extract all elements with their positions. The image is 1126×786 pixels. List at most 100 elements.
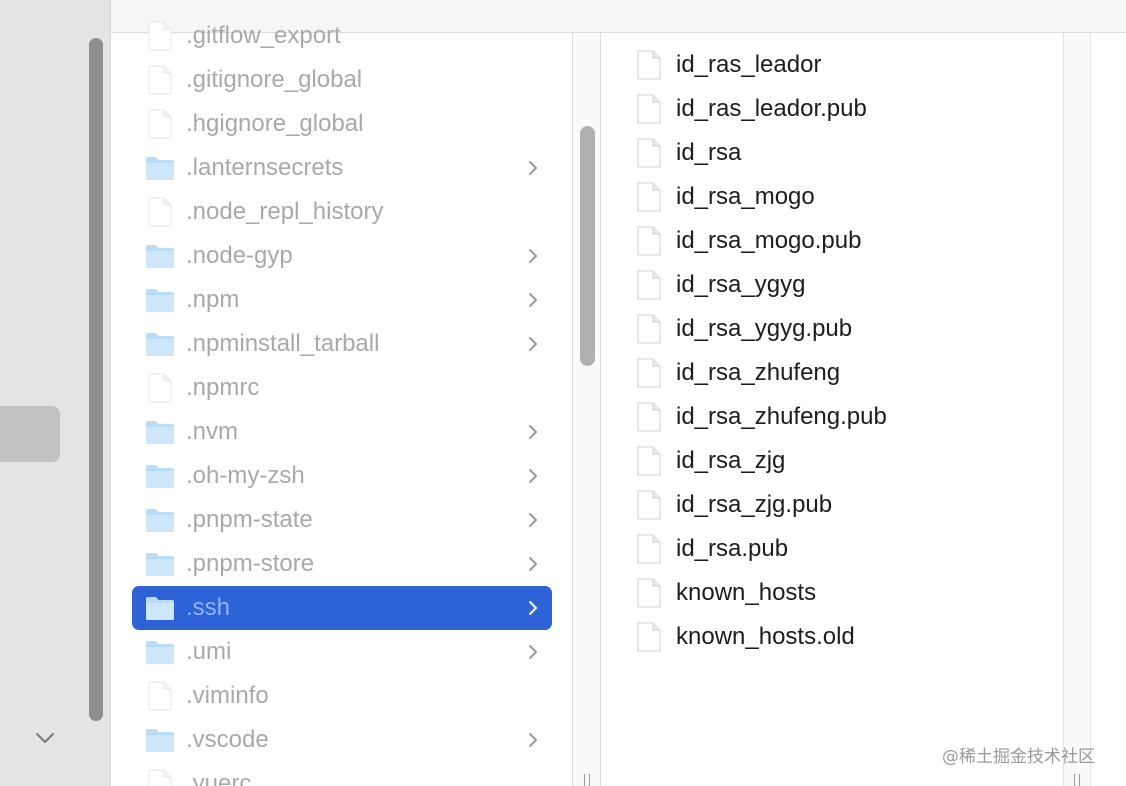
folder-row[interactable]: .oh-my-zsh [132, 454, 552, 498]
parent-column-scrollbar[interactable] [580, 126, 595, 366]
ssh-column-scroll-track [1063, 33, 1091, 786]
chevron-right-icon [527, 644, 539, 660]
file-row[interactable]: .node_repl_history [132, 190, 552, 234]
file-row[interactable]: id_rsa_ygyg.pub [636, 307, 1056, 351]
file-row[interactable]: .yuerc [132, 762, 552, 786]
item-name: .node_repl_history [186, 198, 384, 225]
chevron-right-icon [527, 600, 539, 616]
document-icon [147, 197, 173, 232]
finder-window: .gitflow_export .gitignore_global .hgign… [0, 0, 1126, 786]
document-icon [147, 21, 173, 56]
file-row[interactable]: .npmrc [132, 366, 552, 410]
column-resize-handle[interactable] [1072, 774, 1082, 786]
watermark: @稀土掘金技术社区 [942, 747, 1095, 767]
file-row[interactable]: id_ras_leador.pub [636, 87, 1056, 131]
item-name: .vscode [186, 726, 269, 753]
item-name: id_rsa_ygyg.pub [676, 315, 853, 342]
folder-icon [145, 243, 175, 274]
file-row[interactable]: id_rsa [636, 131, 1056, 175]
folder-icon [145, 551, 175, 582]
file-row[interactable]: id_rsa_zhufeng [636, 351, 1056, 395]
item-name: id_rsa.pub [676, 535, 789, 562]
chevron-right-icon [527, 336, 539, 352]
file-row[interactable]: .gitignore_global [132, 58, 552, 102]
item-name: id_rsa [676, 139, 742, 166]
item-name: .umi [186, 638, 232, 665]
folder-row[interactable]: .ssh [132, 586, 552, 630]
chevron-right-icon [527, 512, 539, 528]
folder-row[interactable]: .pnpm-state [132, 498, 552, 542]
chevron-right-icon [527, 732, 539, 748]
sidebar-scrollbar[interactable] [89, 38, 103, 721]
document-icon [636, 314, 662, 349]
document-icon [636, 182, 662, 217]
document-icon [636, 358, 662, 393]
item-name: id_rsa_zhufeng [676, 359, 841, 386]
folder-row[interactable]: .umi [132, 630, 552, 674]
sidebar-selected-item[interactable] [0, 406, 60, 462]
folder-row[interactable]: .vscode [132, 718, 552, 762]
document-icon [636, 622, 662, 657]
folder-row[interactable]: .node-gyp [132, 234, 552, 278]
folder-icon [145, 463, 175, 494]
folder-row[interactable]: .npm [132, 278, 552, 322]
column-resize-handle[interactable] [582, 774, 592, 786]
item-name: .npminstall_tarball [186, 330, 380, 357]
chevron-down-icon[interactable] [33, 726, 57, 750]
document-icon [636, 94, 662, 129]
item-name: .node-gyp [186, 242, 293, 269]
document-icon [636, 534, 662, 569]
file-row[interactable]: id_rsa.pub [636, 527, 1056, 571]
item-name: .lanternsecrets [186, 154, 344, 181]
document-icon [636, 578, 662, 613]
document-icon [636, 50, 662, 85]
chevron-right-icon [527, 468, 539, 484]
file-row[interactable]: id_ras_leador [636, 43, 1056, 87]
document-icon [147, 65, 173, 100]
item-name: id_rsa_ygyg [676, 271, 806, 298]
item-name: id_ras_leador.pub [676, 95, 867, 122]
item-name: id_rsa_mogo [676, 183, 815, 210]
item-name: id_rsa_zjg [676, 447, 786, 474]
item-name: .gitflow_export [186, 22, 341, 49]
folder-icon [145, 331, 175, 362]
document-icon [636, 490, 662, 525]
file-row[interactable]: known_hosts [636, 571, 1056, 615]
document-icon [147, 109, 173, 144]
chevron-right-icon [527, 160, 539, 176]
file-row[interactable]: .hgignore_global [132, 102, 552, 146]
file-row[interactable]: .gitflow_export [132, 14, 552, 58]
item-name: known_hosts [676, 579, 817, 606]
file-row[interactable]: id_rsa_ygyg [636, 263, 1056, 307]
file-row[interactable]: known_hosts.old [636, 615, 1056, 659]
file-row[interactable]: id_rsa_zhufeng.pub [636, 395, 1056, 439]
file-row[interactable]: id_rsa_zjg.pub [636, 483, 1056, 527]
item-name: .pnpm-store [186, 550, 315, 577]
chevron-right-icon [527, 556, 539, 572]
document-icon [147, 373, 173, 408]
folder-row[interactable]: .lanternsecrets [132, 146, 552, 190]
folder-icon [145, 507, 175, 538]
file-row[interactable]: id_rsa_zjg [636, 439, 1056, 483]
folder-row[interactable]: .pnpm-store [132, 542, 552, 586]
item-name: .npmrc [186, 374, 260, 401]
column-divider [600, 33, 601, 786]
chevron-right-icon [527, 292, 539, 308]
folder-icon [145, 287, 175, 318]
item-name: .oh-my-zsh [186, 462, 305, 489]
folder-row[interactable]: .npminstall_tarball [132, 322, 552, 366]
document-icon [636, 270, 662, 305]
document-icon [636, 138, 662, 173]
folder-icon [145, 419, 175, 450]
folder-icon [145, 595, 175, 626]
chevron-right-icon [527, 424, 539, 440]
file-row[interactable]: id_rsa_mogo [636, 175, 1056, 219]
document-icon [636, 226, 662, 261]
item-name: .yuerc [186, 770, 252, 786]
column-divider [1090, 33, 1091, 786]
file-row[interactable]: id_rsa_mogo.pub [636, 219, 1056, 263]
folder-row[interactable]: .nvm [132, 410, 552, 454]
file-row[interactable]: .viminfo [132, 674, 552, 718]
document-icon [147, 769, 173, 786]
document-icon [636, 446, 662, 481]
